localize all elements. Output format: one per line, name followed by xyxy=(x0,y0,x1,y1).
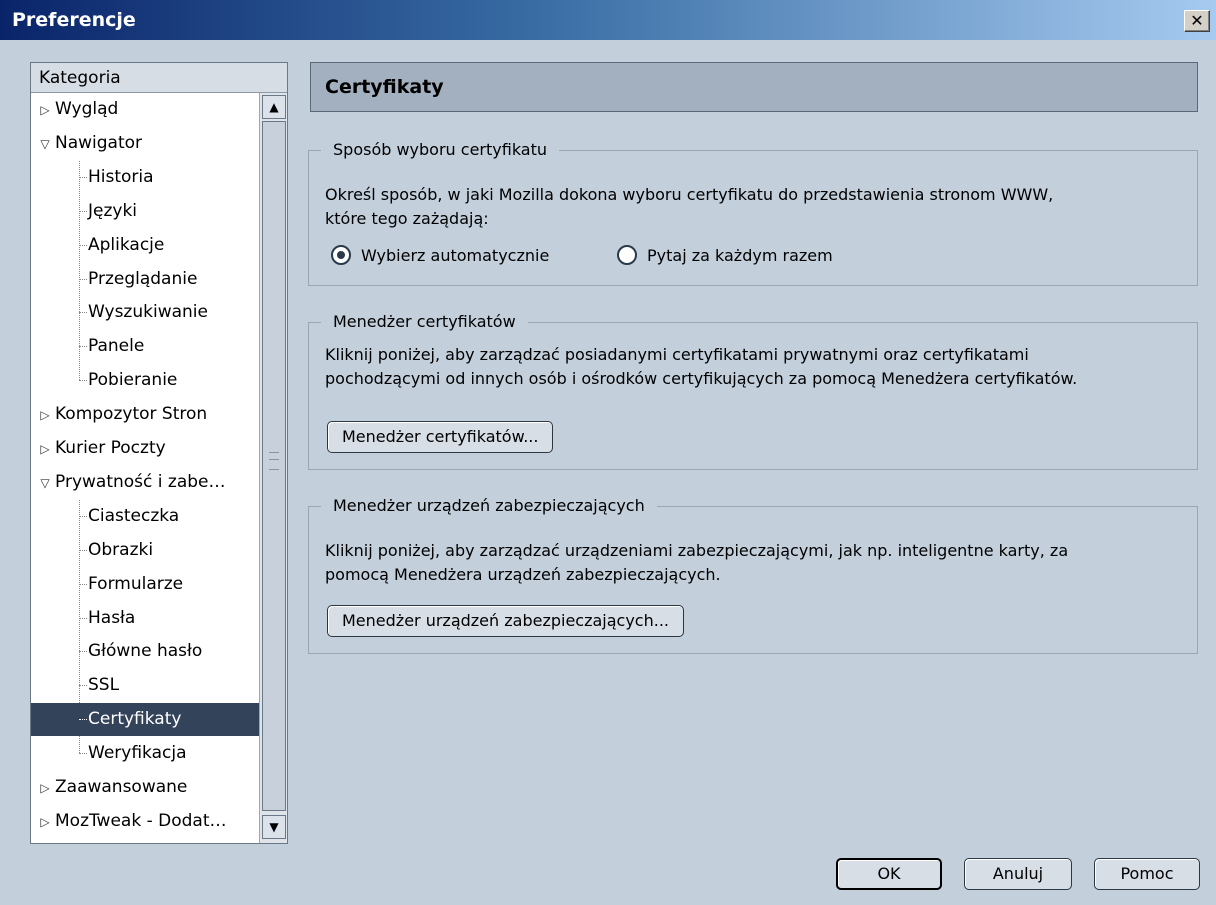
twisty-closed-icon[interactable]: ▷ xyxy=(37,399,53,432)
tree-item[interactable]: Hasła xyxy=(31,602,259,635)
tree-connector xyxy=(79,244,87,246)
tree-connector xyxy=(79,685,87,687)
tree-connector xyxy=(79,210,87,212)
tree-item-label: Wyszukiwanie xyxy=(88,302,208,323)
tree-item[interactable]: Aplikacje xyxy=(31,229,259,262)
tree-item[interactable]: ▷ Kurier Poczty xyxy=(31,432,259,465)
tree-connector xyxy=(79,515,87,517)
tree-item-label: Kompozytor Stron xyxy=(55,404,208,425)
tree-item[interactable]: Weryfikacja xyxy=(31,737,259,770)
twisty-closed-icon[interactable]: ▷ xyxy=(37,94,53,127)
group-legend: Menedżer urządzeń zabezpieczających xyxy=(321,496,657,515)
tree-connector xyxy=(79,617,87,619)
security-devices-group: Menedżer urządzeń zabezpieczających Klik… xyxy=(308,496,1198,654)
tree-connector xyxy=(79,753,87,755)
close-button[interactable]: ✕ xyxy=(1184,10,1210,32)
tree-item[interactable]: ▷ Zaawansowane xyxy=(31,771,259,804)
tree-item-label: Aplikacje xyxy=(88,234,165,255)
category-tree: Kategoria ▷ Wygląd ▽ Nawigator Historia Język… xyxy=(30,62,288,844)
selection-description: Określ sposób, w jaki Mozilla dokona wyb… xyxy=(325,185,1054,228)
tree-item-label: Certyfikaty xyxy=(88,709,182,730)
tree-connector xyxy=(79,380,87,382)
tree-item-label: Zaawansowane xyxy=(55,777,188,797)
tree-item[interactable]: Główne hasło xyxy=(31,635,259,668)
tree-item[interactable]: Formularze xyxy=(31,568,259,601)
tree-item[interactable]: Certyfikaty xyxy=(31,703,259,737)
tree-item-label: Główne hasło xyxy=(88,641,203,662)
tree-item-label: Nawigator xyxy=(55,132,143,153)
group-legend: Menedżer certyfikatów xyxy=(321,312,528,331)
tree-item[interactable]: Wyszukiwanie xyxy=(31,296,259,329)
tree-item[interactable]: ▽ Nawigator xyxy=(31,127,259,160)
security-devices-button[interactable]: Menedżer urządzeń zabezpieczających... xyxy=(327,605,684,637)
tree-item-label: Formularze xyxy=(88,573,184,594)
scroll-up-button[interactable]: ▲ xyxy=(262,95,286,119)
arrow-up-icon: ▲ xyxy=(269,100,279,114)
tree-item-label: SSL xyxy=(88,675,120,696)
grip-icon xyxy=(269,452,279,470)
tree-item-label: Weryfikacja xyxy=(88,743,187,764)
tree-item-label: Obrazki xyxy=(88,539,154,560)
tree-connector xyxy=(79,346,87,348)
arrow-down-icon: ▼ xyxy=(269,820,279,834)
title-bar: Preferencje ✕ xyxy=(0,0,1216,40)
tree-item[interactable]: Ciasteczka xyxy=(31,500,259,533)
tree-item[interactable]: ▷ Kompozytor Stron xyxy=(31,398,259,431)
tree-connector xyxy=(79,278,87,280)
page-title: Certyfikaty xyxy=(310,62,1198,112)
tree-connector xyxy=(79,719,87,721)
tree-item[interactable]: ▷ MozTweak - Dodat… xyxy=(31,805,259,838)
certificate-manager-button[interactable]: Menedżer certyfikatów... xyxy=(327,421,554,453)
tree-item-label: Historia xyxy=(88,166,154,187)
tree-item-label: Przeglądanie xyxy=(88,268,198,289)
close-icon: ✕ xyxy=(1190,11,1204,30)
tree-connector xyxy=(79,312,87,314)
tree-column-header[interactable]: Kategoria xyxy=(31,63,287,93)
tree-item-label: Hasła xyxy=(88,607,136,628)
ok-button[interactable]: OK xyxy=(836,858,942,890)
tree-item-label: Prywatność i zabe… xyxy=(55,471,226,492)
tree-item[interactable]: Panele xyxy=(31,330,259,363)
twisty-closed-icon[interactable]: ▷ xyxy=(37,806,53,839)
tree-item-label: Pobieranie xyxy=(88,370,178,391)
help-button[interactable]: Pomoc xyxy=(1094,858,1200,890)
radio-ask[interactable]: Pytaj za każdym razem xyxy=(617,245,833,265)
tree-item-label: Ciasteczka xyxy=(88,505,180,526)
tree-list: ▷ Wygląd ▽ Nawigator Historia Języki Aplikacje… xyxy=(31,93,259,843)
tree-item[interactable]: Pobieranie xyxy=(31,364,259,397)
certificate-manager-group: Menedżer certyfikatów Kliknij poniżej, a… xyxy=(308,312,1198,470)
twisty-open-icon[interactable]: ▽ xyxy=(37,467,53,500)
tree-item[interactable]: Obrazki xyxy=(31,534,259,567)
tree-item-label: Panele xyxy=(88,336,145,357)
tree-item[interactable]: ▷ Wygląd xyxy=(31,93,259,126)
cert-manager-description: Kliknij poniżej, aby zarządzać posiadany… xyxy=(325,345,1078,388)
tree-item-label: Języki xyxy=(88,200,138,221)
tree-connector xyxy=(79,176,87,178)
device-manager-description: Kliknij poniżej, aby zarządzać urządzeni… xyxy=(325,541,1069,584)
cancel-button[interactable]: Anuluj xyxy=(964,858,1072,890)
radio-auto[interactable]: Wybierz automatycznie xyxy=(331,245,549,265)
tree-item-label: Wygląd xyxy=(55,99,119,119)
certificate-selection-group: Sposób wyboru certyfikatu Określ sposób,… xyxy=(308,140,1198,286)
tree-item[interactable]: ▽ Prywatność i zabe… xyxy=(31,466,259,499)
window-title: Preferencje xyxy=(12,9,136,31)
tree-connector xyxy=(79,651,87,653)
tree-item[interactable]: Historia xyxy=(31,161,259,194)
scroll-thumb[interactable] xyxy=(262,121,286,811)
twisty-closed-icon[interactable]: ▷ xyxy=(37,772,53,805)
tree-connector xyxy=(79,549,87,551)
tree-item[interactable]: Przeglądanie xyxy=(31,263,259,296)
scroll-down-button[interactable]: ▼ xyxy=(262,815,286,839)
radio-checked-icon xyxy=(331,245,351,265)
tree-item[interactable]: Języki xyxy=(31,195,259,228)
radio-unchecked-icon xyxy=(617,245,637,265)
tree-item-label: MozTweak - Dodat… xyxy=(55,810,227,831)
tree-item-label: Kurier Poczty xyxy=(55,438,166,458)
tree-scrollbar[interactable]: ▲ ▼ xyxy=(259,93,287,843)
group-legend: Sposób wyboru certyfikatu xyxy=(321,140,560,159)
twisty-closed-icon[interactable]: ▷ xyxy=(37,433,53,466)
twisty-open-icon[interactable]: ▽ xyxy=(37,128,53,161)
tree-item[interactable]: SSL xyxy=(31,669,259,702)
tree-connector xyxy=(79,583,87,585)
